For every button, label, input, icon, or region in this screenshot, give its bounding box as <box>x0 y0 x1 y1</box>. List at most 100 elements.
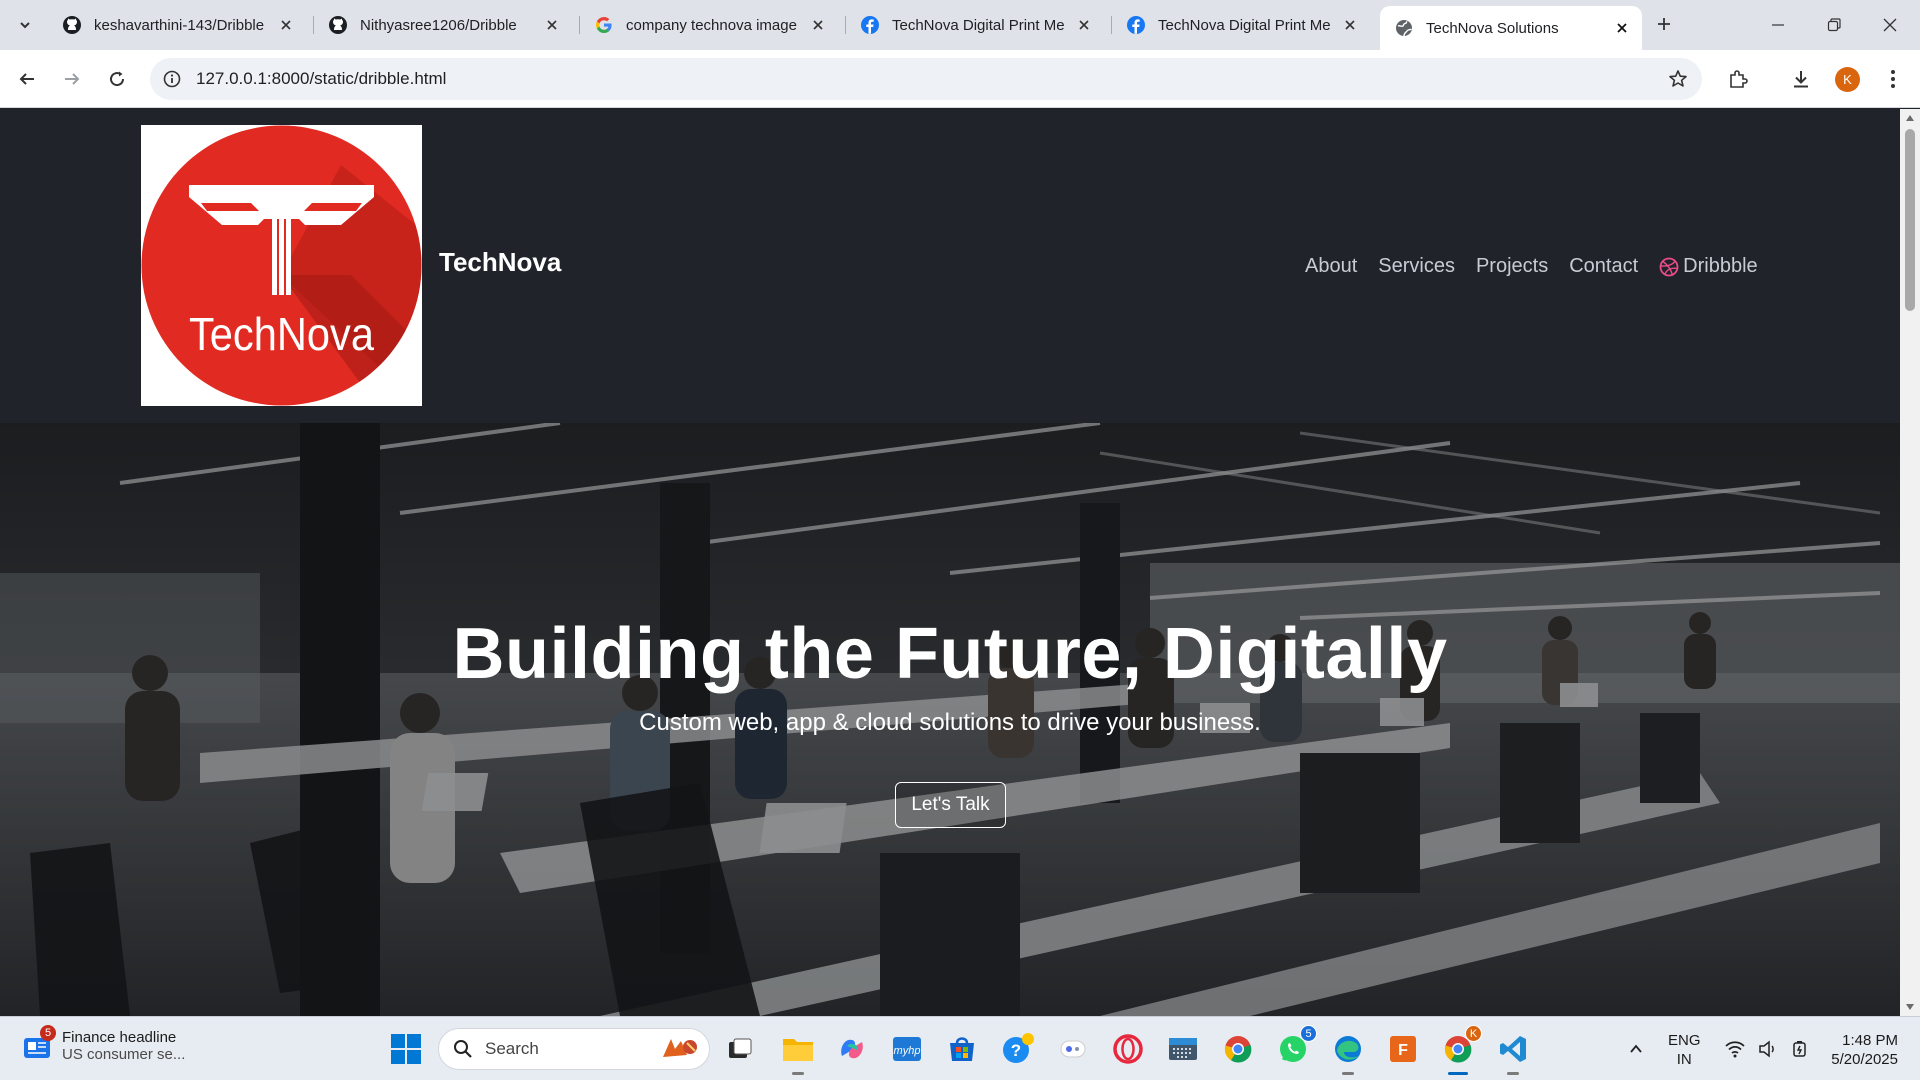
chrome-app[interactable]: K <box>1440 1025 1482 1075</box>
url-text[interactable]: 127.0.0.1:8000/static/dribble.html <box>196 69 446 89</box>
kebab-menu-icon <box>1891 70 1895 88</box>
close-icon[interactable] <box>542 15 562 35</box>
tab-search-button[interactable] <box>10 10 40 40</box>
new-tab-button[interactable] <box>1650 10 1678 38</box>
system-clock[interactable]: 1:48 PM 5/20/2025 <box>1826 1031 1898 1069</box>
browser-menu-button[interactable] <box>1876 62 1910 96</box>
whatsapp-app[interactable]: 5 <box>1275 1025 1317 1067</box>
show-hidden-icons-button[interactable] <box>1622 1031 1650 1067</box>
close-window-button[interactable] <box>1862 0 1918 50</box>
close-icon[interactable] <box>276 15 296 35</box>
chevron-down-icon <box>20 22 30 29</box>
tab-title: Nithyasree1206/Dribble <box>360 16 517 34</box>
info-icon[interactable] <box>162 69 182 89</box>
browser-toolbar: 127.0.0.1:8000/static/dribble.html K <box>0 50 1920 108</box>
nav-contact[interactable]: Contact <box>1569 255 1638 278</box>
system-tray-quick-settings[interactable] <box>1718 1031 1818 1067</box>
reload-button[interactable] <box>100 62 134 96</box>
close-icon[interactable] <box>808 15 828 35</box>
brand-name[interactable]: TechNova <box>439 247 561 278</box>
vscode-icon <box>1500 1036 1526 1062</box>
close-icon[interactable] <box>1340 15 1360 35</box>
browser-tab[interactable]: Nithyasree1206/Dribble <box>314 6 572 44</box>
puzzle-icon <box>1730 70 1748 88</box>
nav-services[interactable]: Services <box>1378 255 1455 278</box>
keyboard-app[interactable] <box>1165 1031 1201 1067</box>
edge-app[interactable] <box>1330 1031 1366 1075</box>
github-icon <box>62 15 82 35</box>
browser-tab[interactable]: TechNova Digital Print Me <box>846 6 1104 44</box>
hero-section: Building the Future, Digitally Custom we… <box>0 423 1900 1016</box>
chrome-app-2[interactable] <box>1220 1031 1256 1067</box>
close-icon[interactable] <box>1074 15 1094 35</box>
browser-tab-active[interactable]: TechNova Solutions <box>1380 6 1642 50</box>
language-indicator[interactable]: ENG IN <box>1668 1031 1701 1069</box>
downloads-button[interactable] <box>1784 62 1818 96</box>
task-view-button[interactable] <box>722 1031 758 1067</box>
taskbar-search[interactable]: Search <box>438 1028 710 1070</box>
search-icon <box>454 1040 472 1058</box>
scroll-up-arrow-icon[interactable] <box>1905 113 1915 123</box>
keyboard-icon <box>1169 1038 1197 1060</box>
site-logo[interactable]: TechNova <box>141 125 422 406</box>
technova-logo-icon: TechNova <box>141 125 422 406</box>
scroll-thumb[interactable] <box>1905 129 1915 311</box>
close-icon <box>1883 18 1897 32</box>
svg-text:?: ? <box>1011 1041 1021 1060</box>
search-highlight-icon <box>663 1039 697 1057</box>
dribbble-icon <box>1659 257 1679 276</box>
nav-projects[interactable]: Projects <box>1476 255 1548 278</box>
news-title: Finance headline <box>62 1029 177 1046</box>
svg-text:F: F <box>1398 1042 1408 1059</box>
bookmark-star-icon[interactable] <box>1666 67 1690 91</box>
volume-icon <box>1759 1040 1774 1058</box>
opera-app[interactable] <box>1110 1031 1146 1067</box>
fm-app[interactable]: F <box>1385 1031 1421 1067</box>
lets-talk-button[interactable]: Let's Talk <box>895 782 1006 828</box>
microsoft-store-app[interactable] <box>944 1031 980 1067</box>
profile-avatar[interactable]: K <box>1835 67 1860 92</box>
nav-dribbble[interactable]: Dribbble <box>1659 255 1758 278</box>
copilot-app[interactable] <box>834 1031 870 1067</box>
close-icon[interactable] <box>1612 18 1632 38</box>
chrome-profile-badge: K <box>1465 1025 1482 1042</box>
arrow-right-icon <box>65 73 80 85</box>
extensions-button[interactable] <box>1721 62 1755 96</box>
meet-app[interactable] <box>1055 1031 1091 1067</box>
running-indicator <box>1342 1072 1354 1075</box>
news-widget[interactable]: 5 Finance headline US consumer se... <box>22 1025 185 1063</box>
nav-about[interactable]: About <box>1305 255 1357 278</box>
download-icon <box>1794 71 1808 88</box>
plus-icon <box>1658 18 1670 30</box>
news-badge: 5 <box>40 1025 56 1041</box>
back-button[interactable] <box>10 62 44 96</box>
github-icon <box>328 15 348 35</box>
forward-button[interactable] <box>55 62 89 96</box>
windows-logo-icon <box>391 1034 421 1064</box>
minimize-button[interactable] <box>1750 0 1806 50</box>
hero-subtitle: Custom web, app & cloud solutions to dri… <box>639 709 1261 736</box>
myhp-app[interactable]: myhp <box>889 1031 925 1067</box>
tab-title: TechNova Digital Print Me <box>892 16 1065 34</box>
restore-button[interactable] <box>1806 0 1862 50</box>
scroll-down-arrow-icon[interactable] <box>1905 1002 1915 1012</box>
running-indicator <box>1448 1072 1468 1075</box>
news-widget-icon: 5 <box>22 1025 56 1061</box>
file-explorer-app[interactable] <box>780 1031 816 1075</box>
copilot-icon <box>841 1039 863 1059</box>
address-bar[interactable]: 127.0.0.1:8000/static/dribble.html <box>150 58 1702 100</box>
tab-title: keshavarthini-143/Dribble <box>94 16 265 34</box>
chrome-icon <box>1224 1036 1252 1063</box>
browser-tab[interactable]: keshavarthini-143/Dribble <box>48 6 306 44</box>
page-scrollbar[interactable] <box>1900 109 1920 1016</box>
start-button[interactable] <box>390 1033 422 1065</box>
help-app[interactable]: ? <box>1000 1031 1036 1067</box>
vscode-app[interactable] <box>1495 1031 1531 1075</box>
minimize-icon <box>1772 24 1784 26</box>
browser-tab[interactable]: company technova image <box>580 6 838 44</box>
browser-tab[interactable]: TechNova Digital Print Me <box>1112 6 1370 44</box>
store-icon <box>950 1037 974 1061</box>
lang-line1: ENG <box>1668 1032 1701 1049</box>
main-nav: About Services Projects Contact Dribbble <box>1305 255 1758 278</box>
whatsapp-badge: 5 <box>1300 1025 1317 1042</box>
